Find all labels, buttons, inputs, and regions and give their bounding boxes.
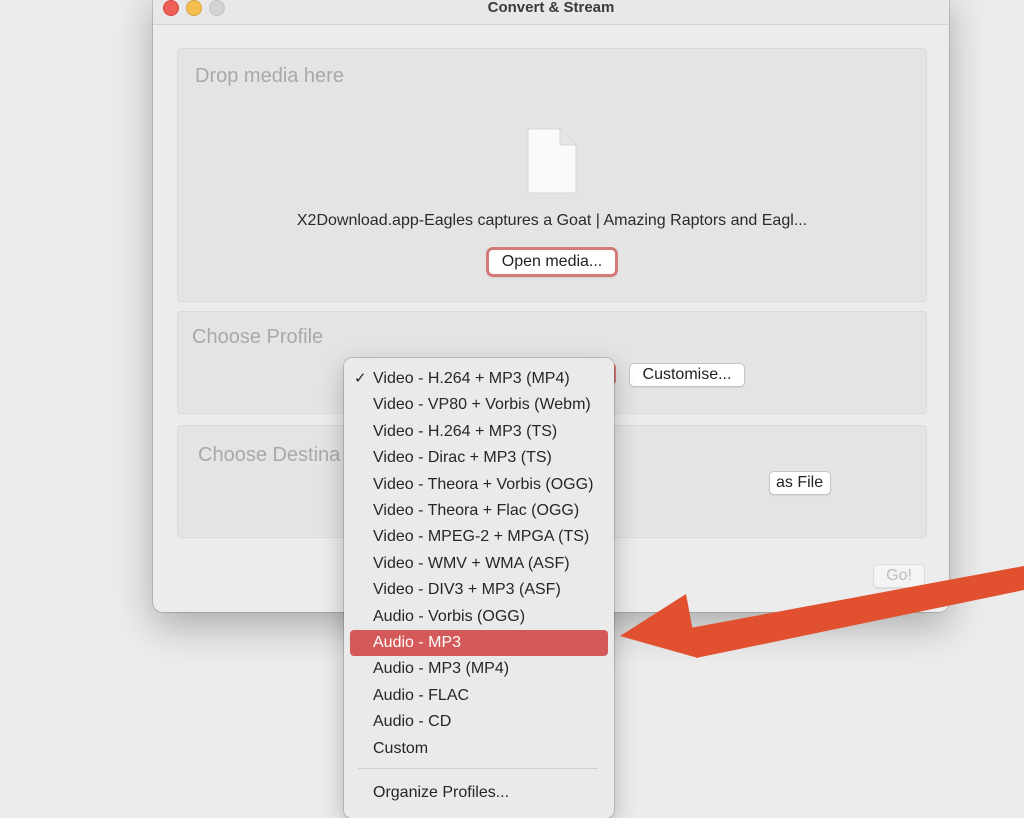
- annotation-arrow: [620, 566, 1024, 658]
- arrow-head: [620, 594, 698, 658]
- arrow-shape: [690, 566, 1024, 658]
